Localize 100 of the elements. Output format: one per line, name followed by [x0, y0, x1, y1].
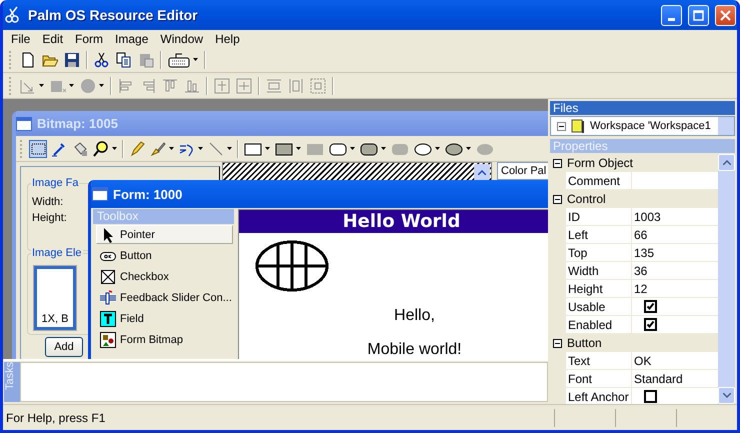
form-label: Hello, [393, 307, 436, 325]
collapse-icon[interactable] [557, 122, 566, 130]
brush-icon[interactable] [150, 140, 166, 156]
collapse-icon[interactable] [553, 158, 562, 168]
panel-header: Properties [550, 139, 735, 153]
caret-icon[interactable] [198, 147, 203, 150]
keyboard-icon[interactable] [168, 52, 190, 68]
property-name: Top [566, 244, 632, 262]
copy-icon[interactable] [116, 52, 132, 68]
line-icon[interactable] [208, 140, 224, 156]
filled-ellipse-icon[interactable] [445, 140, 463, 156]
property-name: Left [566, 226, 632, 244]
property-value[interactable]: Standard [632, 370, 718, 388]
save-icon[interactable] [64, 52, 80, 68]
checkbox[interactable] [644, 318, 657, 331]
caret-icon[interactable] [350, 147, 355, 150]
group-label: Image Ele [31, 247, 83, 259]
property-group: Button [567, 336, 602, 350]
paste-icon[interactable] [138, 52, 154, 68]
fill-bucket-icon[interactable] [72, 140, 88, 156]
menu-item[interactable]: Help [209, 30, 246, 46]
maximize-button[interactable] [688, 4, 709, 26]
caret-icon[interactable] [39, 84, 44, 87]
window-title: Palm OS Resource Editor [28, 7, 199, 23]
bitmap-icon [100, 332, 116, 348]
new-file-icon[interactable] [20, 52, 36, 68]
property-value[interactable] [632, 388, 718, 404]
toolbox-item[interactable]: Feedback Slider Con... [96, 288, 233, 307]
minimize-button[interactable] [661, 4, 682, 26]
rounded-rectangle-icon[interactable] [329, 140, 347, 156]
filled-rounded-rectangle-icon[interactable] [360, 140, 378, 156]
property-name: Left Anchor [566, 388, 632, 404]
property-value[interactable]: 135 [632, 244, 718, 262]
property-value[interactable] [632, 316, 718, 334]
caret-icon[interactable] [112, 147, 117, 150]
toolbox-item[interactable]: Form Bitmap [96, 330, 233, 349]
workspace-row[interactable]: Workspace 'Workspace1 [550, 116, 735, 136]
menu-item[interactable]: Image [109, 30, 154, 46]
chevron-up-icon [722, 160, 730, 165]
toolbox-item[interactable]: Pointer [96, 225, 233, 244]
caret-icon[interactable] [69, 84, 74, 87]
add-button[interactable]: Add [45, 337, 83, 357]
panel-header: Files [550, 101, 735, 115]
property-name: Font [566, 370, 632, 388]
workspace-label: Workspace 'Workspace1 [590, 120, 711, 132]
group-label: Image Fa [31, 177, 80, 189]
caret-icon[interactable] [193, 58, 198, 61]
toolbox-item[interactable]: Button [96, 246, 233, 265]
caret-icon[interactable] [99, 84, 104, 87]
property-name: ID [566, 208, 632, 226]
scroll-up-button[interactable] [718, 154, 735, 171]
eyedropper-icon[interactable] [51, 140, 67, 156]
caret-icon[interactable] [435, 147, 440, 150]
window-icon [92, 187, 108, 201]
cut-icon[interactable] [94, 52, 110, 68]
property-group: Form Object [567, 156, 634, 170]
caret-icon[interactable] [169, 147, 174, 150]
rectangle-icon[interactable] [244, 140, 262, 156]
caret-icon[interactable] [296, 147, 301, 150]
scrollbar[interactable] [718, 154, 735, 404]
property-value[interactable]: 66 [632, 226, 718, 244]
maximize-icon [693, 10, 704, 20]
collapse-icon[interactable] [553, 194, 562, 204]
text-field-icon [100, 310, 116, 326]
property-value[interactable]: 36 [632, 262, 718, 280]
scroll-down-button[interactable] [718, 387, 735, 404]
property-value[interactable] [632, 298, 718, 316]
menu-item[interactable]: File [5, 30, 36, 46]
window-title: Form: 1000 [113, 186, 182, 202]
collapse-icon[interactable] [553, 338, 562, 348]
color-palette-panel: Color Pal [497, 162, 548, 180]
property-name: Usable [566, 298, 632, 316]
checkbox[interactable] [644, 390, 657, 403]
magnifier-icon[interactable] [93, 140, 109, 156]
menu-item[interactable]: Edit [36, 30, 70, 46]
property-value[interactable]: 1003 [632, 208, 718, 226]
caret-icon[interactable] [466, 147, 471, 150]
caret-icon[interactable] [227, 147, 232, 150]
chevron-up-icon [478, 170, 486, 174]
property-value[interactable]: 12 [632, 280, 718, 298]
checkbox[interactable] [644, 300, 657, 313]
menu-item[interactable]: Window [154, 30, 210, 46]
property-group: Control [567, 192, 606, 206]
caret-icon[interactable] [265, 147, 270, 150]
close-button[interactable] [715, 4, 736, 26]
status-text: For Help, press F1 [6, 410, 106, 424]
caret-icon[interactable] [381, 147, 386, 150]
scroll-up-button[interactable] [474, 164, 490, 180]
pencil-icon[interactable] [129, 140, 145, 156]
property-name: Comment [566, 172, 632, 190]
image-preview[interactable]: 1X, B [34, 266, 76, 330]
window-title: Bitmap: 1005 [37, 116, 118, 131]
property-value[interactable]: OK [632, 352, 718, 370]
toolbox-item[interactable]: Field [96, 309, 233, 328]
toolbox-item[interactable]: Checkbox [96, 267, 233, 286]
filled-rectangle-icon[interactable] [275, 140, 293, 156]
selection-icon[interactable] [30, 140, 46, 156]
image-canvas[interactable] [222, 162, 492, 182]
ellipse-icon[interactable] [414, 140, 432, 156]
menu-item[interactable]: Form [69, 30, 110, 46]
